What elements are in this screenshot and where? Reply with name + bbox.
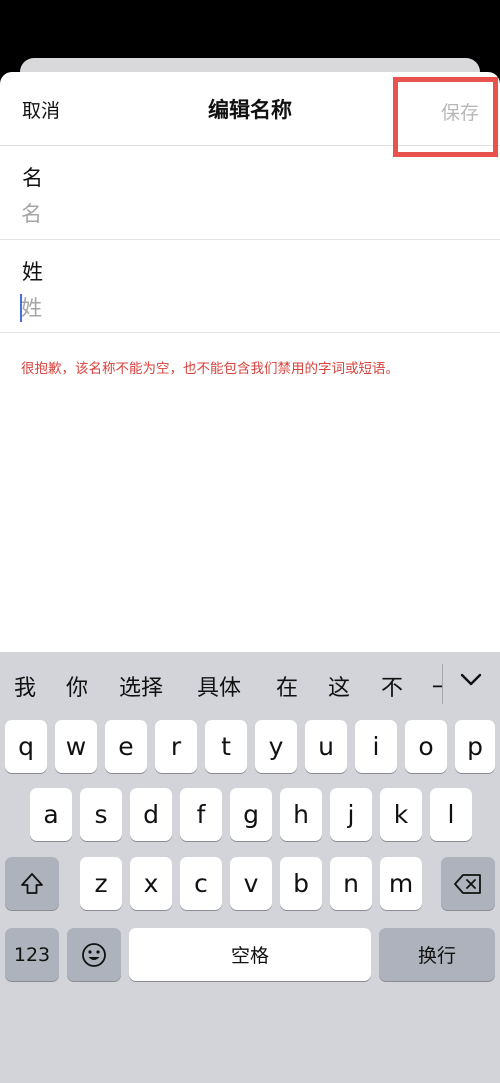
key-t[interactable]: t <box>205 720 247 773</box>
candidate-word[interactable]: 一 <box>432 670 442 702</box>
first-name-section: 名 <box>0 146 500 240</box>
candidate-word[interactable]: 这 <box>328 670 350 702</box>
page-title: 编辑名称 <box>208 98 292 122</box>
keyboard: 我 你 选择 具体 在 这 不 一 q w e r t y u i o p a … <box>0 652 500 1083</box>
last-name-section: 姓 <box>0 240 500 333</box>
key-q[interactable]: q <box>5 720 47 773</box>
key-x[interactable]: x <box>130 857 172 910</box>
key-v[interactable]: v <box>230 857 272 910</box>
emoji-icon <box>82 942 106 967</box>
key-r[interactable]: r <box>155 720 197 773</box>
candidate-word[interactable]: 不 <box>381 670 403 702</box>
key-i[interactable]: i <box>355 720 397 773</box>
candidate-word[interactable]: 我 <box>14 670 36 702</box>
candidate-word[interactable]: 你 <box>66 670 88 702</box>
emoji-key[interactable] <box>67 928 121 981</box>
key-e[interactable]: e <box>105 720 147 773</box>
key-f[interactable]: f <box>180 788 222 841</box>
key-w[interactable]: w <box>55 720 97 773</box>
nav-bar: 取消 编辑名称 保存 <box>0 72 500 157</box>
key-l[interactable]: l <box>430 788 472 841</box>
delete-key[interactable] <box>441 857 495 910</box>
backspace-icon <box>454 873 481 894</box>
key-k[interactable]: k <box>380 788 422 841</box>
last-name-input[interactable] <box>21 292 471 324</box>
candidate-divider <box>442 664 443 704</box>
key-n[interactable]: n <box>330 857 372 910</box>
key-c[interactable]: c <box>180 857 222 910</box>
key-d[interactable]: d <box>130 788 172 841</box>
shift-icon <box>21 872 43 894</box>
candidate-word[interactable]: 选择 <box>119 670 163 702</box>
candidate-word[interactable]: 在 <box>276 670 298 702</box>
candidate-word[interactable]: 具体 <box>197 670 241 702</box>
key-s[interactable]: s <box>80 788 122 841</box>
candidate-bar: 我 你 选择 具体 在 这 不 一 <box>0 652 500 720</box>
key-p[interactable]: p <box>455 720 495 773</box>
chevron-down-icon[interactable] <box>458 666 484 692</box>
key-h[interactable]: h <box>280 788 322 841</box>
numbers-key[interactable]: 123 <box>5 928 59 981</box>
first-name-label: 名 <box>22 166 43 190</box>
screen: 取消 编辑名称 保存 名 姓 很抱歉，该名称不能为空，也不能包含我们禁用的字词或… <box>0 0 500 1083</box>
key-a[interactable]: a <box>30 788 72 841</box>
key-b[interactable]: b <box>280 857 322 910</box>
key-m[interactable]: m <box>380 857 422 910</box>
last-name-label: 姓 <box>22 260 43 284</box>
key-u[interactable]: u <box>305 720 347 773</box>
space-key[interactable]: 空格 <box>129 928 371 981</box>
first-name-input[interactable] <box>21 198 471 230</box>
key-j[interactable]: j <box>330 788 372 841</box>
error-message: 很抱歉，该名称不能为空，也不能包含我们禁用的字词或短语。 <box>21 361 399 377</box>
shift-key[interactable] <box>5 857 59 910</box>
key-g[interactable]: g <box>230 788 272 841</box>
key-z[interactable]: z <box>80 857 122 910</box>
return-key[interactable]: 换行 <box>379 928 495 981</box>
key-y[interactable]: y <box>255 720 297 773</box>
key-o[interactable]: o <box>405 720 447 773</box>
save-button[interactable]: 保存 <box>441 98 479 125</box>
